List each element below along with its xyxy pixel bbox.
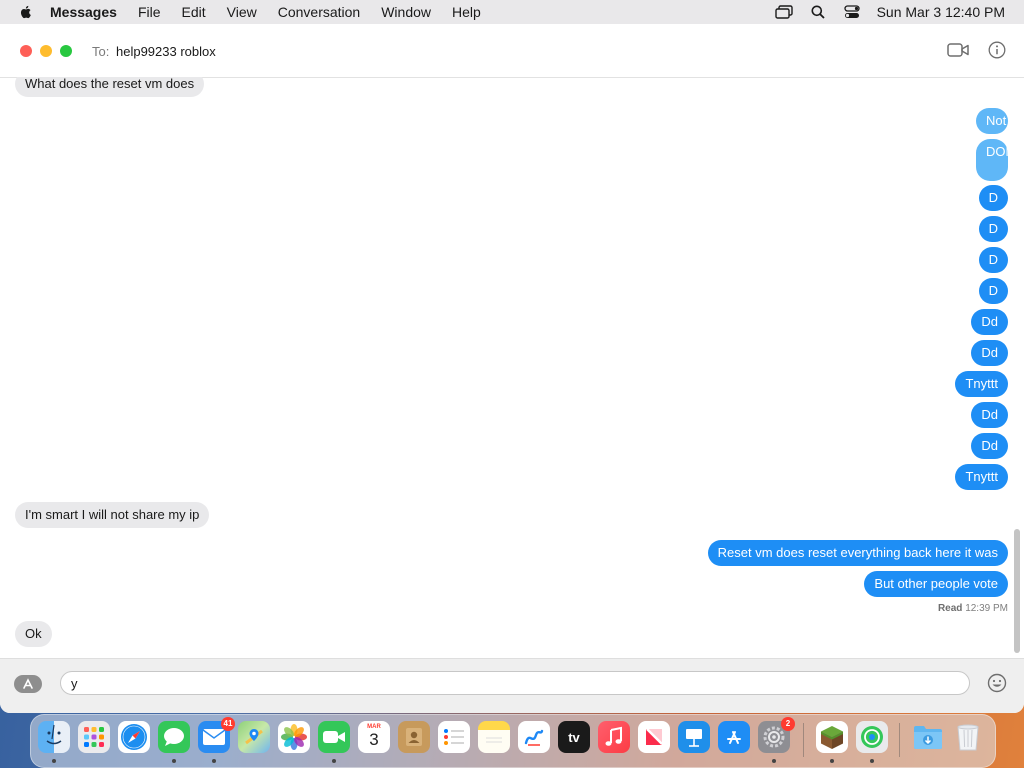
transcript-scrollbar[interactable] [1014,529,1020,653]
music-icon[interactable] [598,721,630,753]
menu-clock[interactable]: Sun Mar 3 12:40 PM [877,4,1005,20]
running-indicator [772,759,776,763]
mail-icon[interactable]: 41 [198,717,235,753]
menu-help[interactable]: Help [452,4,481,20]
maps-icon[interactable] [238,721,270,753]
apple-menu-icon[interactable] [18,4,34,20]
recipient-name[interactable]: help99233 roblox [116,44,216,59]
zoom-button[interactable] [60,45,72,57]
reminders-icon[interactable] [438,721,470,753]
message-bubble-outgoing[interactable]: Reset vm does reset everything back here… [707,540,1008,566]
settings-badge: 2 [781,717,795,731]
spotlight-search-icon[interactable] [809,4,827,20]
running-indicator [870,759,874,763]
message-bubble-outgoing[interactable]: D [978,185,1008,211]
compose-bar [0,658,1024,713]
running-indicator [212,759,216,763]
read-label: Read [937,603,963,614]
menu-view[interactable]: View [227,4,257,20]
safari-icon[interactable] [118,721,150,753]
running-indicator [332,759,336,763]
emoji-icon[interactable] [987,673,1007,693]
dock: 41 MAR 3 tv 2 [30,714,996,768]
trash-icon[interactable] [952,721,984,753]
message-bubble-outgoing[interactable]: Dd [971,433,1008,459]
info-icon[interactable] [988,41,1006,59]
messages-app-icon[interactable] [158,721,190,753]
message-bubble-incoming[interactable]: What does the reset vm does [15,77,205,97]
message-bubble-incoming[interactable]: I'm smart I will not share my ip [15,502,210,528]
apple-tv-label: tv [568,729,580,745]
menu-app-name[interactable]: Messages [50,4,117,20]
calendar-icon[interactable]: MAR 3 [358,721,390,753]
message-bubble-incoming[interactable]: Ok [15,621,52,647]
facetime-icon[interactable] [318,721,350,753]
notes-icon[interactable] [478,721,510,753]
photos-icon[interactable] [278,721,310,753]
message-bubble-outgoing[interactable]: Dd [971,402,1008,428]
news-icon[interactable] [638,721,670,753]
app-store-icon [23,678,33,689]
window-titlebar: To: help99233 roblox [0,24,1024,78]
messages-window: To: help99233 roblox What does the reset… [0,24,1024,713]
control-center-icon[interactable] [843,4,861,20]
message-bubble-outgoing[interactable]: Dd [971,309,1008,335]
keynote-icon[interactable] [678,721,710,753]
to-label: To: [92,44,110,59]
message-bubble-outgoing[interactable]: Tnyttt [955,371,1008,397]
launchpad-icon[interactable] [78,721,110,753]
dock-separator [899,723,900,757]
message-bubble-outgoing[interactable]: D [978,278,1008,304]
read-receipt: Read 12:39 PM [938,603,1008,614]
menu-edit[interactable]: Edit [182,4,206,20]
message-bubble-outgoing[interactable]: D [978,247,1008,273]
contacts-icon[interactable] [398,721,430,753]
running-indicator [172,759,176,763]
message-bubble-outgoing[interactable]: D [978,216,1008,242]
minecraft-icon[interactable] [816,721,848,753]
running-indicator [52,759,56,763]
close-button[interactable] [20,45,32,57]
app-store-dock-icon[interactable] [718,721,750,753]
menu-window[interactable]: Window [381,4,431,20]
calendar-day: 3 [369,730,379,749]
running-indicator [830,759,834,763]
message-bubble-outgoing[interactable]: But other people vote [864,571,1008,597]
app-store-apps-button[interactable] [14,675,42,693]
video-call-icon[interactable] [946,40,970,60]
minimize-button[interactable] [40,45,52,57]
message-input[interactable] [60,671,970,695]
menu-file[interactable]: File [138,4,161,20]
message-bubble-outgoing[interactable]: Not till you drop th ip [976,108,1024,134]
message-bubble-outgoing[interactable]: Tnyttt [955,464,1008,490]
screen-mirroring-icon[interactable] [774,4,793,20]
freeform-icon[interactable] [518,721,550,753]
menu-bar: Messages File Edit View Conversation Win… [0,0,1024,24]
mail-badge: 41 [221,717,235,731]
system-settings-icon[interactable]: 2 [758,717,795,753]
message-bubble-outgoing[interactable]: Dd [971,340,1008,366]
menu-conversation[interactable]: Conversation [278,4,361,20]
message-bubble-outgoing[interactable]: DONT [976,139,1023,181]
apple-tv-icon[interactable]: tv [558,721,590,753]
finder-icon[interactable] [38,721,70,753]
downloads-folder-icon[interactable] [912,721,944,753]
message-transcript[interactable]: What does the reset vm does Not till you… [0,77,1024,658]
find-my-icon[interactable] [856,721,888,753]
read-time: 12:39 PM [965,603,1008,614]
dock-separator [803,723,804,757]
